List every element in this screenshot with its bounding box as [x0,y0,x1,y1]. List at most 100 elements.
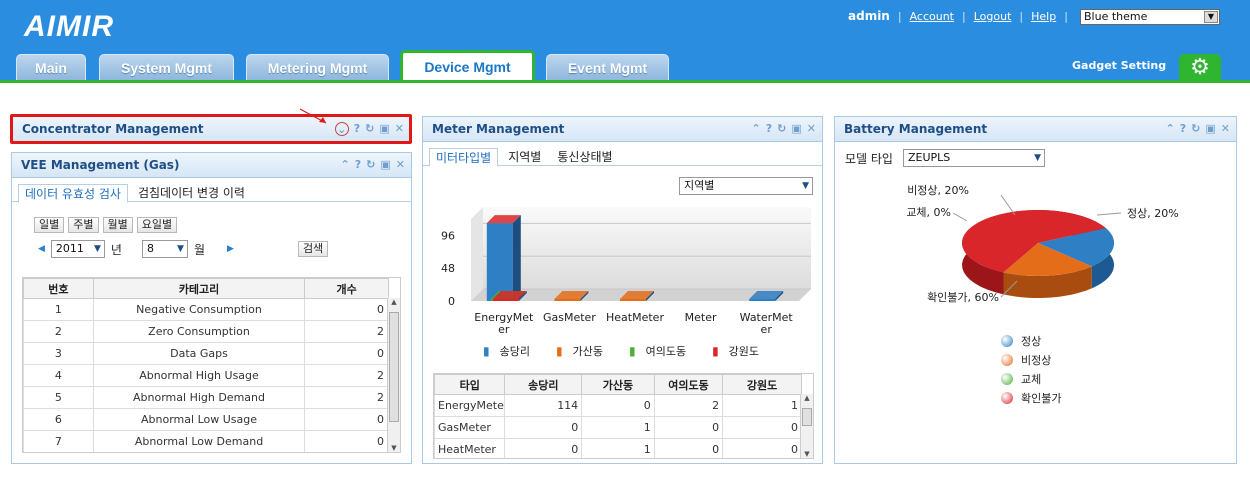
meter-scrollbar[interactable]: ▲ ▼ [800,394,813,458]
close-icon[interactable]: ✕ [396,153,405,177]
legend-label: 비정상 [1021,353,1052,367]
legend-item: 확인불가 [1001,388,1061,407]
close-icon[interactable]: ✕ [1221,117,1230,141]
tab-system-mgmt[interactable]: System Mgmt [99,54,234,80]
legend-label: 여의도동 [645,345,687,358]
col-number[interactable]: 번호 [23,278,94,299]
help-link[interactable]: Help [1031,10,1056,23]
tab-data-validation[interactable]: 데이터 유효성 검사 [18,184,128,203]
meter-col[interactable]: 강원도 [722,374,802,395]
search-button[interactable]: 검색 [297,241,329,257]
table-row[interactable]: 5 Abnormal High Demand 2 [23,386,389,409]
table-row[interactable]: EnergyMete 114 0 2 1 [434,394,802,417]
table-row[interactable]: GasMeter 0 1 0 0 [434,416,802,439]
battery-pie-chart: 정상, 20% 비정상, 20% 교체, 0% 확인불가, 60% [906,184,1178,304]
meter-col[interactable]: 송당리 [504,374,583,395]
maximize-icon[interactable]: ▣ [380,153,390,177]
row-category: Negative Consumption [92,298,306,321]
bar [492,299,519,301]
daily-button[interactable]: 일별 [34,217,65,233]
x-tick-label: Meter [685,311,717,324]
legend-dot-icon [1001,353,1013,366]
legend-item: ▮ 여의도동 [629,343,686,359]
table-row[interactable]: 1 Negative Consumption 0 [23,298,389,321]
gear-icon[interactable]: ⚙ [1179,54,1221,82]
table-row[interactable]: 6 Abnormal Low Usage 0 [23,408,389,431]
account-link[interactable]: Account [910,10,954,23]
meter-table: 타입 송당리 가산동 여의도동 강원도 EnergyMete 114 0 2 1 GasMeter… [433,373,814,459]
next-icon[interactable]: ▶ [227,244,234,254]
vee-subtabs: 데이터 유효성 검사 검침데이터 변경 이력 [12,178,411,203]
table-row[interactable]: 7 Abnormal Low Demand 0 [23,430,389,452]
help-icon[interactable]: ? [355,153,361,177]
y-tick-label: 0 [448,295,455,308]
year-select[interactable]: 2011 ▼ [50,240,105,258]
row-number: 4 [23,364,94,387]
bar-chart-icon: ▮ [555,344,563,358]
month-unit: 월 [193,242,206,257]
table-row[interactable]: 4 Abnormal High Usage 2 [23,364,389,387]
help-icon[interactable]: ? [766,117,772,141]
vee-table: 번호 카테고리 개수 1 Negative Consumption 0 2 Zero C… [22,277,401,453]
tab-device-mgmt[interactable]: Device Mgmt [400,50,535,82]
table-row[interactable]: 2 Zero Consumption 2 [23,320,389,343]
col-count[interactable]: 개수 [304,278,389,299]
collapse-icon[interactable]: ⌃ [752,117,761,141]
refresh-icon[interactable]: ↻ [1191,117,1200,141]
meter-cell: 1 [722,394,802,417]
tab-region[interactable]: 지역별 [502,148,547,166]
gadget-setting-label[interactable]: Gadget Setting [1072,59,1166,72]
meter-col[interactable]: 타입 [434,374,506,395]
chevron-down-icon[interactable]: ▼ [1204,11,1218,23]
model-type-select[interactable]: ZEUPLS ▼ [902,149,1045,167]
legend-item: 교체 [1001,369,1061,388]
tab-metering-mgmt[interactable]: Metering Mgmt [246,54,389,80]
panel-title: Battery Management [844,122,988,136]
maximize-icon[interactable]: ▣ [791,117,801,141]
refresh-icon[interactable]: ↻ [366,153,375,177]
region-filter-select[interactable]: 지역별 ▼ [679,177,813,195]
legend-label: 가산동 [572,345,603,358]
weekday-button[interactable]: 요일별 [136,217,178,233]
x-tick-label: er [761,323,773,336]
legend-label: 강원도 [728,345,760,358]
legend-label: 정상 [1021,334,1042,348]
vee-panel: VEE Management (Gas) ⌃ ? ↻ ▣ ✕ 데이터 유효성 검… [11,152,412,464]
monthly-button[interactable]: 월별 [102,217,133,233]
meter-col[interactable]: 가산동 [581,374,655,395]
collapse-icon[interactable]: ⌃ [1166,117,1175,141]
leader-line [1000,194,1016,216]
meter-col[interactable]: 여의도동 [653,374,724,395]
row-number: 6 [23,408,94,431]
month-select[interactable]: 8 ▼ [141,240,188,258]
meter-title-bar: Meter Management ⌃ ? ↻ ▣ ✕ [423,117,822,142]
meter-cell: 0 [504,416,583,439]
model-type-label: 모델 타입 [845,151,893,166]
col-category[interactable]: 카테고리 [92,278,306,299]
logout-link[interactable]: Logout [974,10,1012,23]
meter-cell: 1 [581,416,655,439]
row-category: Abnormal High Demand [92,386,306,409]
tab-meter-type[interactable]: 미터타입별 [429,148,499,167]
maximize-icon[interactable]: ▣ [1205,117,1215,141]
app-logo: AIMIR [24,10,114,43]
row-number: 7 [23,430,94,452]
meter-legend: ▮ 송당리 ▮ 가산동 ▮ 여의도동 ▮ 강원도 [483,343,759,359]
table-row[interactable]: HeatMeter 0 1 0 0 [434,438,802,458]
tab-comm-status[interactable]: 통신상태별 [551,148,618,166]
collapse-icon[interactable]: ⌃ [341,153,350,177]
tab-main[interactable]: Main [16,54,86,80]
vee-scrollbar[interactable]: ▲ ▼ [387,298,400,452]
theme-select[interactable]: Blue theme ▼ [1080,9,1220,25]
refresh-icon[interactable]: ↻ [777,117,786,141]
close-icon[interactable]: ✕ [807,117,816,141]
table-row[interactable]: 3 Data Gaps 0 [23,342,389,365]
tab-event-mgmt[interactable]: Event Mgmt [546,54,669,80]
tab-change-history[interactable]: 검침데이터 변경 이력 [132,184,251,202]
meter-cell: EnergyMete [434,394,506,417]
weekly-button[interactable]: 주별 [68,217,99,233]
model-type-row: 모델 타입 ZEUPLS ▼ [845,149,1045,167]
prev-icon[interactable]: ◀ [38,244,45,254]
legend-dot-icon [1001,372,1013,385]
help-icon[interactable]: ? [1180,117,1186,141]
